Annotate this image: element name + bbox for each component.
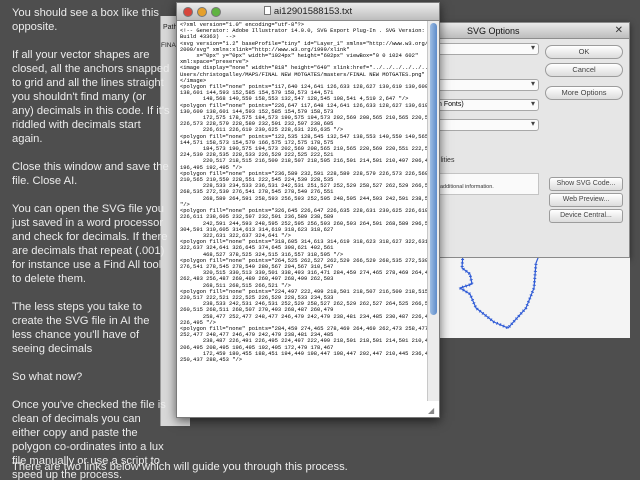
instruction-paragraph: If all your vector shapes are closed, al… [12,49,170,145]
more-options-button[interactable]: More Options [545,86,623,100]
instruction-paragraph: The less steps you take to create the SV… [12,301,150,355]
description-box: additional information. [435,173,539,195]
instruction-paragraph: So what now? [12,371,83,383]
zoom-window-icon[interactable] [211,7,221,17]
minimize-window-icon[interactable] [197,7,207,17]
svg-options-dialog: SVG Options ✕ ▾ ▾ n Fonts) ▾ ▾ bilities a… [432,22,630,258]
blue-anchor-points [456,237,538,330]
code-line: Users/christogalley/MAPS/FINAL NEW MOTGA… [180,70,429,78]
illustrator-canvas[interactable] [432,237,630,338]
instruction-paragraph: You can open the SVG file you just saved… [12,203,168,285]
chevron-down-icon: ▾ [530,99,535,108]
font-subsetting-value: n Fonts) [438,101,464,108]
instruction-paragraph: You should see a box like this opposite. [12,7,159,33]
text-editor-window: ai12901588153.txt <?xml version="1.0" en… [176,2,440,418]
instructions-panel: You should see a box like this opposite.… [12,6,170,480]
vertical-scrollbar[interactable] [427,21,439,401]
cancel-button[interactable]: Cancel [545,63,623,77]
svg-profile-select[interactable]: ▾ [435,43,539,55]
font-subsetting-select[interactable]: n Fonts) ▾ [435,99,539,111]
font-type-select[interactable]: ▾ [435,79,539,91]
resize-grip-icon[interactable]: ◢ [428,406,438,416]
ok-button[interactable]: OK [545,45,623,59]
code-line: 268,589 264,591 258,593 256,593 252,595 … [180,194,429,202]
window-controls [183,7,221,17]
web-preview-button[interactable]: Web Preview... [549,193,623,207]
svg-code-text[interactable]: <?xml version="1.0" encoding="utf-8"?> <!… [177,21,429,413]
editor-title: ai12901588153.txt [273,6,353,17]
chevron-down-icon: ▾ [530,43,535,52]
device-central-button[interactable]: Device Central... [549,209,623,223]
svg-options-title: SVG Options [433,23,629,39]
blue-vector-path [458,237,543,329]
code-line: 258,477 252,477 248,477 246,479 242,479 … [180,312,429,320]
selected-path-outline [456,237,543,330]
editor-titlebar[interactable]: ai12901588153.txt [177,3,439,21]
close-icon[interactable]: ✕ [615,25,623,36]
image-location-select[interactable]: ▾ [435,119,539,131]
footer-instruction: There are two links below which will gui… [12,461,348,473]
close-window-icon[interactable] [183,7,193,17]
chevron-down-icon: ▾ [530,79,535,88]
code-line: 250,437 288,453 "/> [180,355,242,363]
instruction-paragraph: Close this window and save the file. Clo… [12,161,169,187]
show-svg-code-button[interactable]: Show SVG Code... [549,177,623,191]
scrollbar-thumb[interactable] [430,23,437,315]
document-icon [263,6,271,15]
description-text: additional information. [440,184,494,190]
chevron-down-icon: ▾ [530,119,535,128]
